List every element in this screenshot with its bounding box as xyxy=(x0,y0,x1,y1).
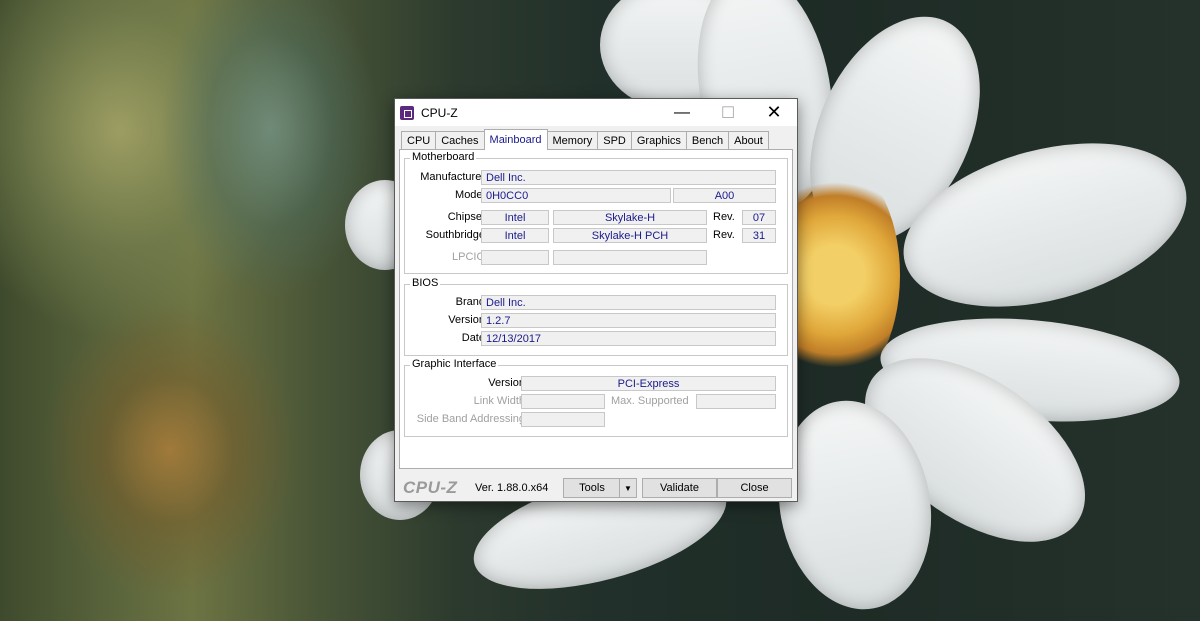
southbridge-rev-value: 31 xyxy=(742,228,776,243)
southbridge-name-value: Skylake-H PCH xyxy=(553,228,707,243)
lpcio-name-value xyxy=(553,250,707,265)
tab-strip: CPU Caches Mainboard Memory SPD Graphics… xyxy=(401,129,791,150)
close-window-button[interactable]: ✕ xyxy=(751,99,797,126)
manufacturer-value: Dell Inc. xyxy=(481,170,776,185)
cpuz-logo: CPU-Z xyxy=(403,478,458,497)
motherboard-group-title: Motherboard xyxy=(410,151,477,163)
link-width-label: Link Width xyxy=(473,395,525,407)
cpuz-window: CPU-Z — ☐ ✕ CPU Caches Mainboard Memory … xyxy=(394,98,798,502)
tab-spd[interactable]: SPD xyxy=(597,131,632,150)
close-button[interactable]: Close xyxy=(717,478,792,498)
title-bar[interactable]: CPU-Z — ☐ ✕ xyxy=(395,99,797,126)
bios-date-value: 12/13/2017 xyxy=(481,331,776,346)
side-band-addressing-label: Side Band Addressing xyxy=(416,413,525,425)
southbridge-vendor-value: Intel xyxy=(481,228,549,243)
chipset-vendor-value: Intel xyxy=(481,210,549,225)
southbridge-label: Southbridge xyxy=(425,229,485,241)
max-supported-value xyxy=(696,394,776,409)
tab-bench[interactable]: Bench xyxy=(685,131,730,150)
southbridge-rev-label: Rev. xyxy=(713,229,735,241)
chipset-rev-label: Rev. xyxy=(713,211,735,223)
chipset-label: Chipset xyxy=(447,211,485,223)
tab-caches[interactable]: Caches xyxy=(435,131,485,150)
validate-button[interactable]: Validate xyxy=(642,478,717,498)
lpcio-vendor-value xyxy=(481,250,549,265)
manufacturer-label: Manufacturer xyxy=(420,171,485,183)
bios-brand-value: Dell Inc. xyxy=(481,295,776,310)
chipset-rev-value: 07 xyxy=(742,210,776,225)
version-text: Ver. 1.88.0.x64 xyxy=(475,482,549,494)
bios-version-value: 1.2.7 xyxy=(481,313,776,328)
side-band-addressing-value xyxy=(521,412,605,427)
mainboard-panel: Motherboard Manufacturer Dell Inc. Model… xyxy=(399,149,793,469)
motherboard-group: Motherboard Manufacturer Dell Inc. Model… xyxy=(404,151,788,274)
maximize-button[interactable]: ☐ xyxy=(705,99,751,126)
tab-cpu[interactable]: CPU xyxy=(401,131,437,150)
tools-dropdown-icon[interactable]: ▼ xyxy=(619,478,637,498)
chipset-name-value: Skylake-H xyxy=(553,210,707,225)
bios-version-label: Version xyxy=(448,314,485,326)
gi-version-label: Version xyxy=(488,377,525,389)
tab-mainboard[interactable]: Mainboard xyxy=(483,129,548,150)
window-title: CPU-Z xyxy=(421,105,458,120)
gi-version-value: PCI-Express xyxy=(521,376,776,391)
cpuz-app-icon xyxy=(400,105,414,120)
max-supported-label: Max. Supported xyxy=(611,395,689,407)
graphic-interface-group: Graphic Interface Version PCI-Express Li… xyxy=(404,358,788,437)
tab-graphics[interactable]: Graphics xyxy=(630,131,687,150)
tools-button[interactable]: Tools xyxy=(563,478,621,498)
bios-group: BIOS Brand Dell Inc. Version 1.2.7 Date … xyxy=(404,277,788,356)
tab-memory[interactable]: Memory xyxy=(546,131,599,150)
tab-about[interactable]: About xyxy=(728,131,769,150)
bios-group-title: BIOS xyxy=(410,277,441,289)
model-revision-value: A00 xyxy=(673,188,776,203)
model-value: 0H0CC0 xyxy=(481,188,671,203)
minimize-button[interactable]: — xyxy=(659,99,705,126)
footer-bar: CPU-Z Ver. 1.88.0.x64 Tools ▼ Validate C… xyxy=(395,473,797,501)
graphic-interface-group-title: Graphic Interface xyxy=(410,358,499,370)
link-width-value xyxy=(521,394,605,409)
